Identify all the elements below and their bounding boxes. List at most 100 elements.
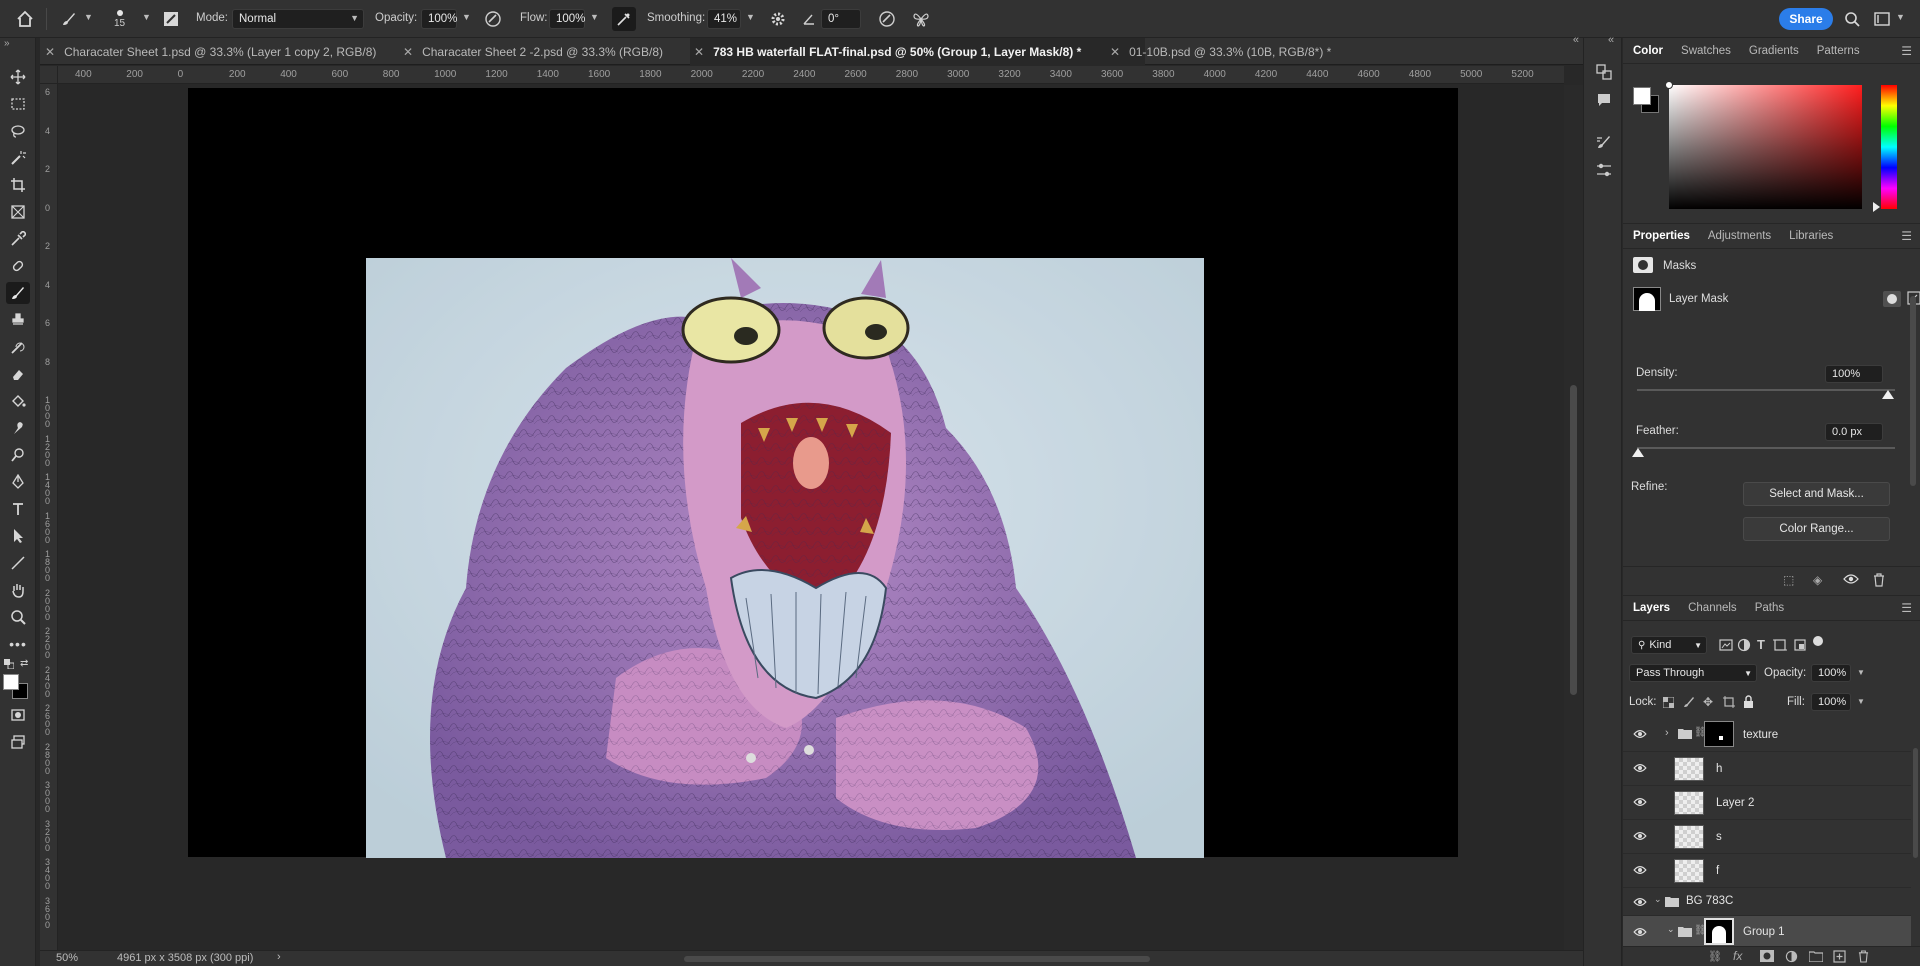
close-icon[interactable]: ✕ bbox=[45, 45, 55, 59]
select-pixel-mask-icon[interactable] bbox=[1883, 291, 1901, 307]
zoom-level[interactable]: 50% bbox=[56, 952, 78, 964]
tab-color[interactable]: Color bbox=[1633, 45, 1663, 57]
load-selection-icon[interactable]: ⬚ bbox=[1783, 573, 1794, 587]
adjustment-layer-icon[interactable] bbox=[1785, 950, 1798, 966]
move-tool-icon[interactable] bbox=[6, 66, 30, 88]
tab-patterns[interactable]: Patterns bbox=[1817, 45, 1860, 57]
airbrush-icon[interactable] bbox=[612, 7, 636, 31]
tab-paths[interactable]: Paths bbox=[1755, 602, 1784, 614]
lock-position-icon[interactable]: ✥ bbox=[1703, 695, 1713, 709]
density-slider-track[interactable] bbox=[1637, 389, 1895, 391]
line-tool-icon[interactable] bbox=[6, 552, 30, 574]
share-button[interactable]: Share bbox=[1779, 8, 1833, 30]
eye-icon[interactable] bbox=[1633, 762, 1647, 776]
smudge-tool-icon[interactable] bbox=[6, 417, 30, 439]
layer-thumbnail[interactable] bbox=[1674, 825, 1704, 849]
trash-icon[interactable] bbox=[1873, 573, 1885, 590]
ruler-origin[interactable] bbox=[40, 66, 58, 84]
symmetry-butterfly-icon[interactable] bbox=[912, 0, 930, 38]
dodge-tool-icon[interactable] bbox=[6, 444, 30, 466]
layer-row-layer-2[interactable]: Layer 2 bbox=[1623, 786, 1911, 820]
blend-mode-select[interactable]: Normal ▼ bbox=[232, 9, 364, 29]
new-layer-icon[interactable] bbox=[1833, 950, 1846, 966]
tab-characater-sheet-2[interactable]: ✕ Characater Sheet 2 -2.psd @ 33.3% (RGB… bbox=[399, 38, 730, 65]
clone-stamp-tool-icon[interactable] bbox=[6, 309, 30, 331]
collapse-panels-icon[interactable]: « bbox=[1573, 34, 1579, 46]
filter-pixel-icon[interactable] bbox=[1719, 639, 1733, 654]
lock-image-pixels-icon[interactable] bbox=[1683, 696, 1695, 711]
color-range-button[interactable]: Color Range... bbox=[1743, 517, 1890, 541]
chevron-down-icon[interactable]: ▼ bbox=[590, 12, 599, 22]
chevron-down-icon[interactable]: ▼ bbox=[746, 12, 755, 22]
fill-input[interactable]: 100% bbox=[1811, 693, 1851, 711]
zoom-tool-icon[interactable] bbox=[6, 606, 30, 628]
layer-row-f[interactable]: f bbox=[1623, 854, 1911, 888]
search-icon[interactable] bbox=[1844, 0, 1860, 38]
eye-icon[interactable] bbox=[1633, 728, 1647, 742]
chevron-down-icon[interactable]: ▼ bbox=[142, 12, 151, 22]
history-brush-tool-icon[interactable] bbox=[6, 336, 30, 358]
canvas-area[interactable] bbox=[58, 85, 1564, 950]
filter-shape-icon[interactable] bbox=[1773, 638, 1787, 655]
layer-thumbnail[interactable] bbox=[1674, 791, 1704, 815]
filter-toggle[interactable] bbox=[1813, 636, 1823, 646]
tab-characater-sheet-1[interactable]: ✕ Characater Sheet 1.psd @ 33.3% (Layer … bbox=[40, 38, 397, 65]
hue-slider[interactable] bbox=[1881, 85, 1897, 209]
feather-slider-thumb[interactable] bbox=[1632, 448, 1644, 457]
hue-slider-thumb[interactable] bbox=[1873, 202, 1880, 212]
chevron-down-icon[interactable]: ⌄ bbox=[1654, 894, 1662, 905]
magic-wand-tool-icon[interactable] bbox=[6, 147, 30, 169]
frame-tool-icon[interactable] bbox=[6, 201, 30, 223]
default-colors-icon[interactable] bbox=[4, 658, 15, 672]
quick-mask-icon[interactable] bbox=[6, 704, 30, 726]
chevron-down-icon[interactable]: ▼ bbox=[462, 12, 471, 22]
vertical-ruler[interactable]: 6 4 2 0 2 4 6 8 1 0 0 0 1 2 0 0 1 4 0 0 1 6 0 0 1 8 … bbox=[40, 84, 58, 950]
close-icon[interactable]: ✕ bbox=[403, 45, 413, 59]
scrollbar-thumb[interactable] bbox=[1570, 385, 1577, 695]
artboard[interactable] bbox=[188, 88, 1458, 858]
foreground-color-swatch[interactable] bbox=[3, 674, 19, 690]
screen-mode-icon[interactable] bbox=[6, 731, 30, 753]
workspace-icon[interactable] bbox=[1874, 0, 1890, 38]
layer-row-bg-783c[interactable]: ⌄ BG 783C bbox=[1623, 888, 1911, 916]
healing-brush-tool-icon[interactable] bbox=[6, 255, 30, 277]
brushes-panel-icon[interactable] bbox=[1594, 132, 1614, 152]
filter-adjustment-icon[interactable] bbox=[1737, 638, 1751, 655]
crop-tool-icon[interactable] bbox=[6, 174, 30, 196]
chevron-down-icon[interactable]: ▼ bbox=[1857, 697, 1865, 706]
home-icon[interactable] bbox=[16, 0, 34, 38]
apply-mask-icon[interactable]: ◈ bbox=[1813, 573, 1822, 587]
mask-thumbnail[interactable] bbox=[1704, 721, 1734, 747]
panel-menu-icon[interactable]: ☰ bbox=[1901, 44, 1912, 58]
type-tool-icon[interactable] bbox=[6, 498, 30, 520]
chevron-right-icon[interactable]: › bbox=[1665, 727, 1669, 739]
foreground-color-swatch[interactable] bbox=[1633, 87, 1651, 105]
layer-thumbnail[interactable] bbox=[1674, 859, 1704, 883]
density-input[interactable]: 100% bbox=[1825, 365, 1883, 383]
layer-row-texture[interactable]: › ⛓ texture bbox=[1623, 718, 1911, 752]
select-and-mask-button[interactable]: Select and Mask... bbox=[1743, 482, 1890, 506]
history-panel-icon[interactable] bbox=[1594, 62, 1614, 82]
link-layers-icon[interactable]: ⛓ bbox=[1708, 950, 1722, 963]
pressure-opacity-icon[interactable] bbox=[484, 0, 502, 38]
path-selection-tool-icon[interactable] bbox=[6, 525, 30, 547]
eyedropper-tool-icon[interactable] bbox=[6, 228, 30, 250]
marquee-tool-icon[interactable] bbox=[6, 93, 30, 115]
smoothing-input[interactable]: 41% bbox=[707, 9, 741, 29]
fx-icon[interactable]: fx bbox=[1733, 949, 1742, 963]
trash-icon[interactable] bbox=[1858, 950, 1869, 966]
tab-channels[interactable]: Channels bbox=[1688, 602, 1737, 614]
tab-gradients[interactable]: Gradients bbox=[1749, 45, 1799, 57]
tab-swatches[interactable]: Swatches bbox=[1681, 45, 1731, 57]
layer-opacity-input[interactable]: 100% bbox=[1811, 664, 1851, 682]
brush-settings-icon[interactable] bbox=[162, 0, 180, 38]
brush-preset-picker[interactable]: 15 bbox=[114, 0, 125, 38]
mask-thumbnail[interactable] bbox=[1704, 918, 1734, 945]
feather-slider-track[interactable] bbox=[1637, 447, 1895, 449]
lasso-tool-icon[interactable] bbox=[6, 120, 30, 142]
chevron-down-icon[interactable]: ▼ bbox=[1896, 12, 1905, 22]
eye-icon[interactable] bbox=[1633, 926, 1647, 940]
eye-icon[interactable] bbox=[1633, 864, 1647, 878]
chevron-right-icon[interactable]: › bbox=[277, 951, 281, 963]
gear-icon[interactable] bbox=[770, 0, 786, 38]
